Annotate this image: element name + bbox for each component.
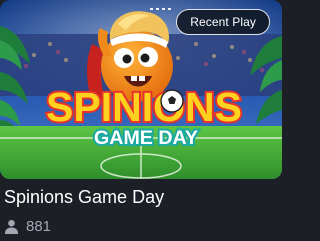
game-card[interactable]: SPINIONS GAME DAY Recent Play Spinions G… [0,0,282,241]
logo-spinions: SPINIONS [46,84,242,130]
player-count-value: 881 [26,217,52,235]
logo-game-day: GAME DAY [94,128,198,149]
recent-play-badge: Recent Play [176,9,270,35]
game-title[interactable]: Spinions Game Day [4,186,164,208]
player-count: 881 [4,216,51,236]
game-thumbnail[interactable]: SPINIONS GAME DAY Recent Play [0,0,282,179]
person-icon [4,219,19,234]
